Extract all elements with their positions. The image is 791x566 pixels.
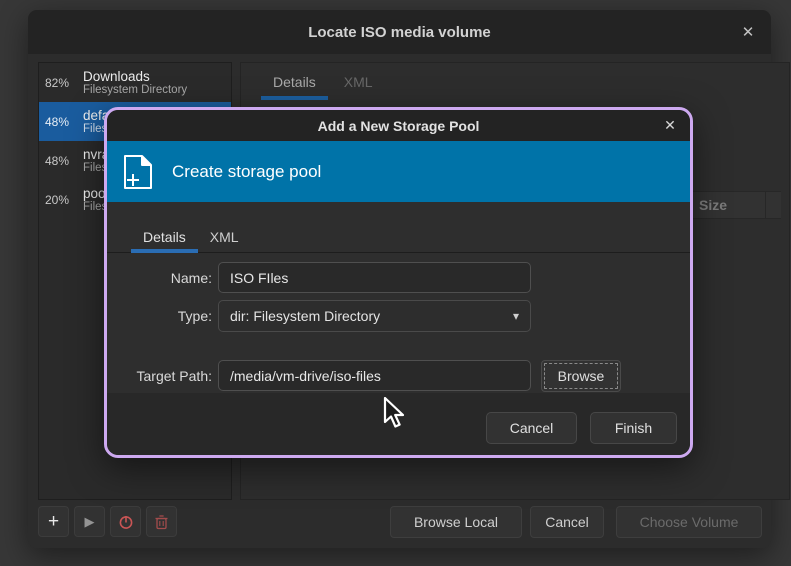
browse-button[interactable]: Browse bbox=[541, 360, 621, 392]
pool-detail-tabbar: Details XML bbox=[241, 63, 789, 100]
window-titlebar: Locate ISO media volume ✕ bbox=[28, 10, 771, 54]
dialog-close-button[interactable]: ✕ bbox=[660, 115, 680, 135]
banner-label: Create storage pool bbox=[172, 162, 321, 182]
type-label: Type: bbox=[107, 308, 212, 324]
add-pool-button[interactable]: + bbox=[38, 506, 69, 537]
dialog-tabbar: Details XML bbox=[107, 222, 690, 253]
new-document-icon bbox=[120, 153, 156, 191]
chevron-down-icon: ▾ bbox=[513, 309, 519, 323]
volume-size-column-header: Size bbox=[699, 197, 727, 213]
window-close-button[interactable]: ✕ bbox=[737, 21, 759, 43]
dialog-titlebar: Add a New Storage Pool ✕ bbox=[107, 110, 690, 141]
cancel-button[interactable]: Cancel bbox=[530, 506, 604, 538]
delete-pool-button[interactable] bbox=[146, 506, 177, 537]
dialog-cancel-button[interactable]: Cancel bbox=[486, 412, 577, 444]
target-path-input[interactable] bbox=[218, 360, 531, 391]
trash-icon bbox=[154, 514, 169, 530]
target-path-label: Target Path: bbox=[107, 368, 212, 384]
pool-row-downloads[interactable]: 82% Downloads Filesystem Directory bbox=[39, 63, 231, 102]
pool-type: Filesystem Directory bbox=[83, 84, 187, 97]
column-separator bbox=[765, 192, 766, 218]
tab-xml[interactable]: XML bbox=[330, 63, 387, 100]
create-pool-banner: Create storage pool bbox=[107, 141, 690, 202]
mouse-cursor bbox=[383, 397, 407, 431]
plus-icon: + bbox=[48, 512, 59, 531]
name-label: Name: bbox=[107, 270, 212, 286]
close-icon: ✕ bbox=[664, 117, 676, 134]
name-input[interactable] bbox=[218, 262, 531, 293]
pool-usage-percent: 20% bbox=[39, 193, 75, 207]
pool-name: Downloads bbox=[83, 69, 187, 84]
close-icon: ✕ bbox=[742, 23, 755, 41]
stop-pool-button[interactable] bbox=[110, 506, 141, 537]
power-stop-icon bbox=[118, 514, 134, 530]
start-pool-button[interactable]: ▶ bbox=[74, 506, 105, 537]
pool-usage-percent: 48% bbox=[39, 115, 75, 129]
dialog-finish-button[interactable]: Finish bbox=[590, 412, 677, 444]
browse-local-button[interactable]: Browse Local bbox=[390, 506, 522, 538]
pool-usage-percent: 82% bbox=[39, 76, 75, 90]
choose-volume-button[interactable]: Choose Volume bbox=[616, 506, 762, 538]
type-dropdown-value: dir: Filesystem Directory bbox=[230, 308, 380, 324]
play-icon: ▶ bbox=[85, 515, 95, 528]
dialog-tab-details[interactable]: Details bbox=[131, 222, 198, 252]
dialog-title: Add a New Storage Pool bbox=[318, 118, 480, 134]
window-title: Locate ISO media volume bbox=[308, 24, 491, 41]
type-dropdown[interactable]: dir: Filesystem Directory ▾ bbox=[218, 300, 531, 332]
dialog-tab-xml[interactable]: XML bbox=[198, 222, 251, 252]
tab-details[interactable]: Details bbox=[259, 63, 330, 100]
pool-usage-percent: 48% bbox=[39, 154, 75, 168]
